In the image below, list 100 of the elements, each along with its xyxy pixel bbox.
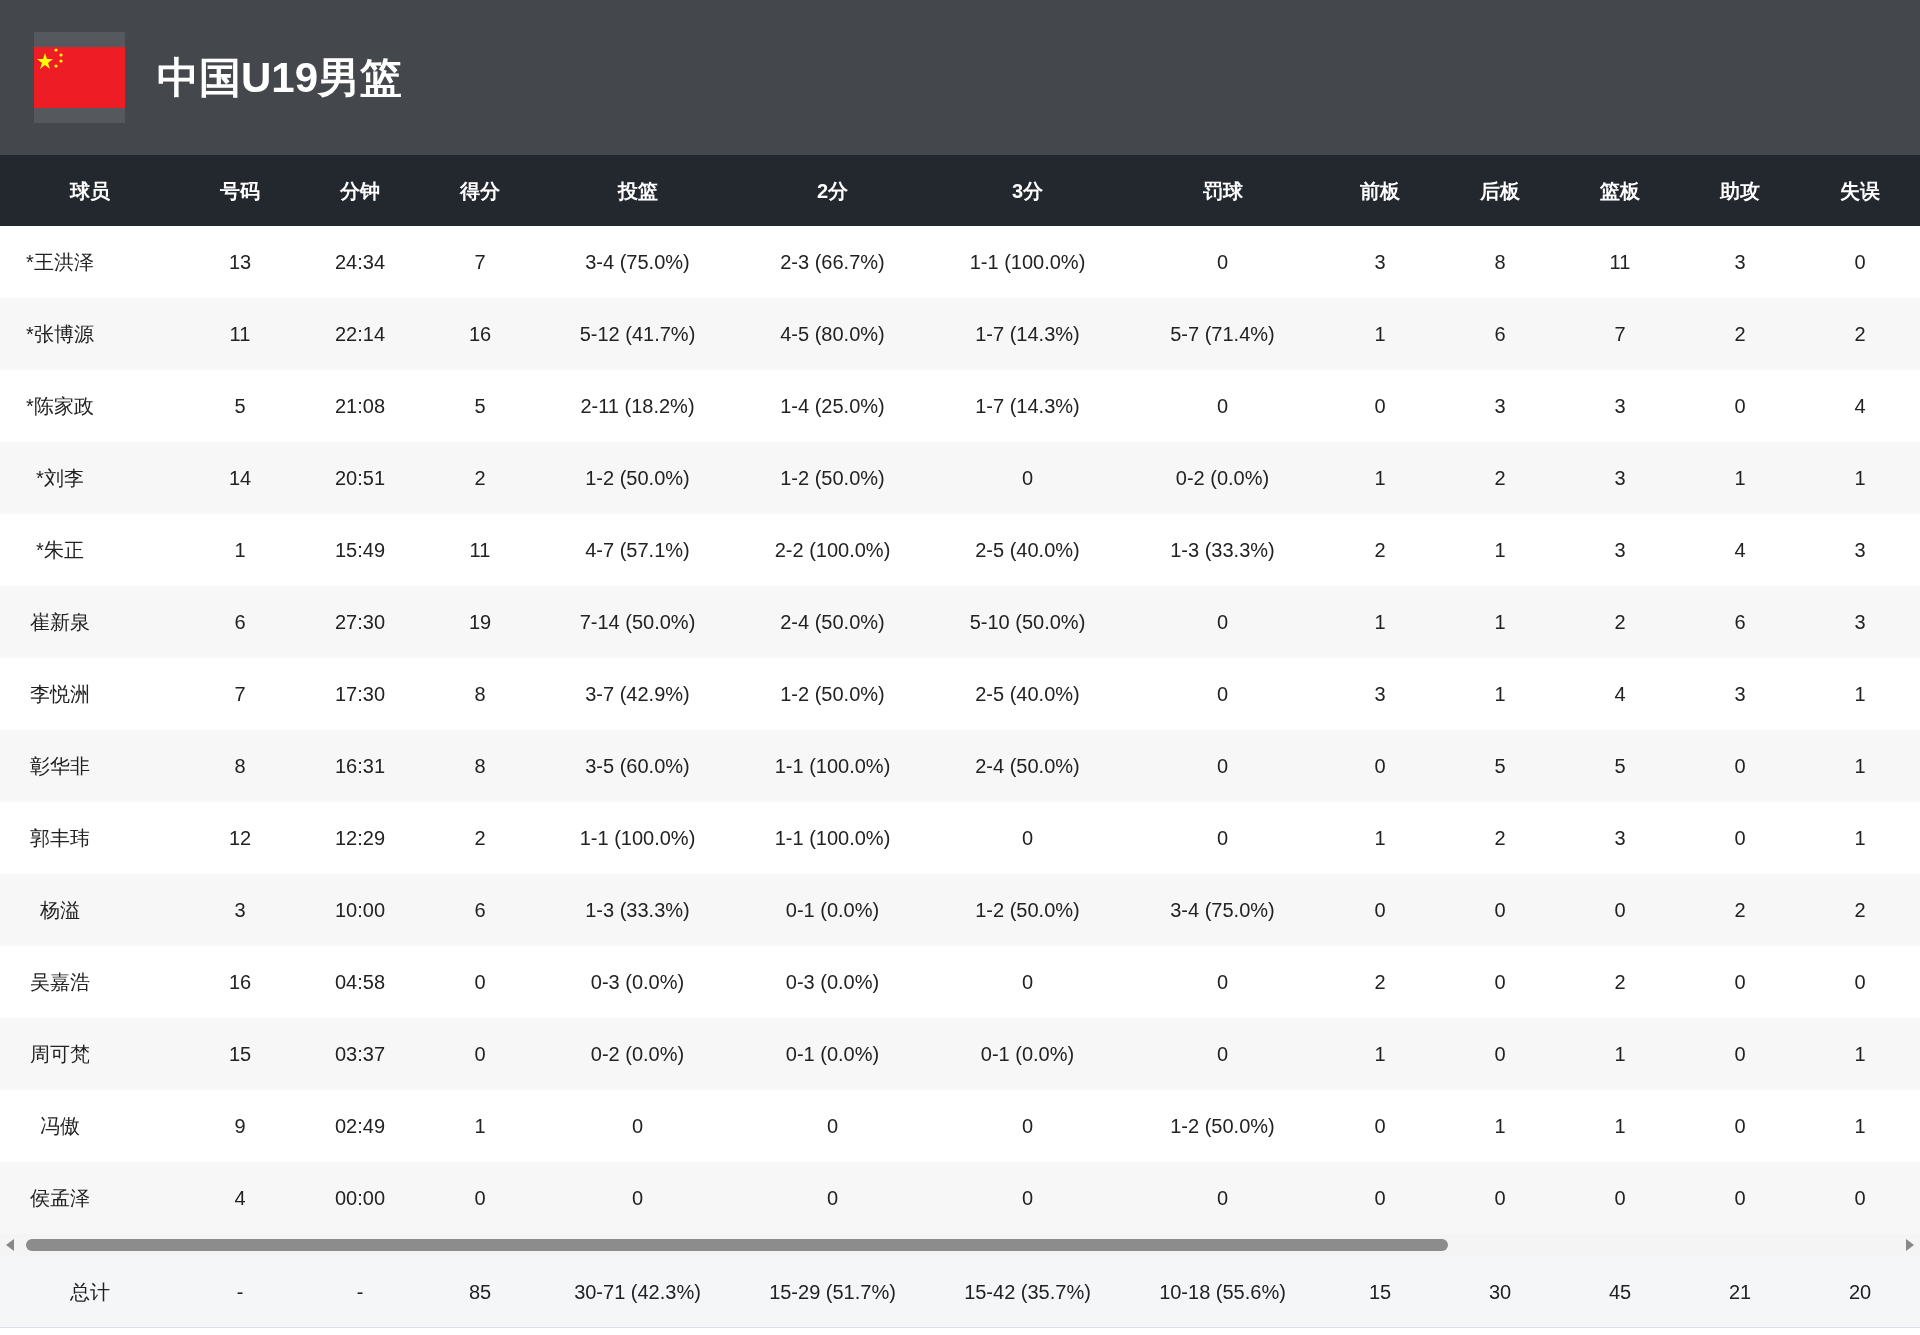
table-cell-text: 1 <box>1494 538 1506 563</box>
right-arrow-icon <box>1906 1239 1914 1251</box>
table-cell-text: 10-18 (55.6%) <box>1159 1279 1286 1305</box>
table-cell-text: 0 <box>1734 394 1746 419</box>
table-cell-text: 1-2 (50.0%) <box>1170 1114 1275 1139</box>
player-name: 彰华非 <box>30 754 90 779</box>
table-cell-text: 7-14 (50.0%) <box>579 610 696 635</box>
table-cell-text: 0 <box>1854 250 1866 275</box>
player-name: *刘李 <box>36 466 84 491</box>
table-cell-text: 0 <box>1216 1042 1229 1067</box>
table-cell-text: 8 <box>1494 250 1506 275</box>
table-cell-text: 0 <box>1734 1186 1746 1211</box>
table-cell-text: 2 <box>1614 610 1626 635</box>
table-cell-text: 0 <box>1854 1186 1866 1211</box>
totals-label: 总计 <box>70 1279 110 1305</box>
table-cell-text: 4 <box>234 1186 246 1211</box>
table-cell-text: 1-1 (100.0%) <box>774 826 891 851</box>
table-cell-text: 3 <box>1854 610 1866 635</box>
table-cell-text: 30 <box>1488 1279 1512 1305</box>
table-cell-text: 1 <box>1374 826 1386 851</box>
table-cell-text: 1 <box>1374 322 1386 347</box>
table-cell-text: 2-5 (40.0%) <box>975 682 1080 707</box>
table-cell-text: 21 <box>1728 1279 1752 1305</box>
table-cell-text: 2 <box>1494 466 1506 491</box>
table-cell-text: 21:08 <box>334 394 386 419</box>
table-cell-text: 15 <box>1368 1279 1392 1305</box>
table-cell-text: 6 <box>234 610 246 635</box>
table-cell-text: 3 <box>1614 394 1626 419</box>
table-cell-text: 0 <box>1734 1114 1746 1139</box>
table-cell-text: 3-4 (75.0%) <box>585 250 690 275</box>
table-cell-text: 0 <box>474 1186 486 1211</box>
table-cell-text: 3 <box>1614 538 1626 563</box>
table-cell-text: 1 <box>1854 682 1866 707</box>
player-name: 郭丰玮 <box>30 826 90 851</box>
table-cell-text: 5-10 (50.0%) <box>969 610 1086 635</box>
table-cell-text: 1-2 (50.0%) <box>585 466 690 491</box>
table-cell-text: 0 <box>1216 610 1229 635</box>
table-cell-text: 2 <box>1854 322 1866 347</box>
table-cell-text: 22:14 <box>334 322 386 347</box>
table-cell-text: 0-1 (0.0%) <box>785 1042 880 1067</box>
table-cell-text: 0-2 (0.0%) <box>1175 466 1270 491</box>
table-cell-text: 2 <box>1374 970 1386 995</box>
table-cell-text: 4 <box>1734 538 1746 563</box>
column-header: 分钟 <box>340 178 380 204</box>
table-cell-text: 2 <box>1854 898 1866 923</box>
table-cell-text: 0-3 (0.0%) <box>785 970 880 995</box>
flag-icon <box>34 32 125 123</box>
table-cell-text: 03:37 <box>334 1042 386 1067</box>
table-cell-text: 3 <box>234 898 246 923</box>
table-cell-text: 0 <box>1374 1186 1386 1211</box>
table-cell-text: 15:49 <box>334 538 386 563</box>
table-cell-text: 2 <box>1734 322 1746 347</box>
table-cell-text: 0 <box>1374 394 1386 419</box>
table-cell-text: 27:30 <box>334 610 386 635</box>
column-header: 失误 <box>1840 178 1880 204</box>
table-cell-text: 1-1 (100.0%) <box>969 250 1086 275</box>
table-cell-text: 1-2 (50.0%) <box>780 466 885 491</box>
player-name: *张博源 <box>26 322 94 347</box>
table-cell-text: 2-4 (50.0%) <box>975 754 1080 779</box>
table-cell-text: 9 <box>234 1114 246 1139</box>
table-cell-text: 0 <box>826 1186 839 1211</box>
scrollbar-thumb[interactable] <box>26 1239 1448 1251</box>
player-name: 崔新泉 <box>30 610 90 635</box>
table-cell-text: 3 <box>1734 682 1746 707</box>
table-cell-text: 4 <box>1614 682 1626 707</box>
table-cell-text: 2-11 (18.2%) <box>580 394 695 419</box>
table-cell-text: 30-71 (42.3%) <box>574 1279 701 1305</box>
table-cell-text: 8 <box>234 754 246 779</box>
table-cell-text: 0 <box>1021 970 1034 995</box>
table-cell-text: 0 <box>1021 1114 1034 1139</box>
table-cell-text: 11 <box>229 322 251 347</box>
table-cell-text: 15-42 (35.7%) <box>964 1279 1091 1305</box>
table-cell-text: 16 <box>228 970 252 995</box>
table-cell-text: 0 <box>1374 754 1386 779</box>
table-cell-text: 2 <box>1734 898 1746 923</box>
table-cell-text: 7 <box>234 682 246 707</box>
table-cell-text: 3 <box>1854 538 1866 563</box>
table-cell-text: 0 <box>1734 970 1746 995</box>
player-name: 杨溢 <box>40 898 80 923</box>
table-cell-text: 0 <box>631 1186 644 1211</box>
table-cell-text: - <box>236 1279 244 1305</box>
table-cell-text: 4-5 (80.0%) <box>780 322 885 347</box>
column-header: 得分 <box>460 178 500 204</box>
table-cell-text: 10:00 <box>334 898 386 923</box>
table-cell-text: 3 <box>1734 250 1746 275</box>
table-cell-text: 0 <box>474 970 486 995</box>
table-cell-text: 3 <box>1614 466 1626 491</box>
player-name: *朱正 <box>36 538 84 563</box>
table-cell-text: 16 <box>468 322 492 347</box>
table-cell-text: 1-7 (14.3%) <box>975 394 1080 419</box>
column-header: 篮板 <box>1600 178 1640 204</box>
table-cell-text: 6 <box>1494 322 1506 347</box>
table-cell-text: 0 <box>1374 1114 1386 1139</box>
table-cell-text: 12:29 <box>334 826 386 851</box>
table-cell-text: 5-12 (41.7%) <box>579 322 696 347</box>
table-cell-text: 2 <box>1614 970 1626 995</box>
table-cell-text: 0-2 (0.0%) <box>590 1042 685 1067</box>
column-header: 前板 <box>1360 178 1400 204</box>
table-cell-text: 20:51 <box>334 466 386 491</box>
table-cell-text: 1-3 (33.3%) <box>1170 538 1275 563</box>
